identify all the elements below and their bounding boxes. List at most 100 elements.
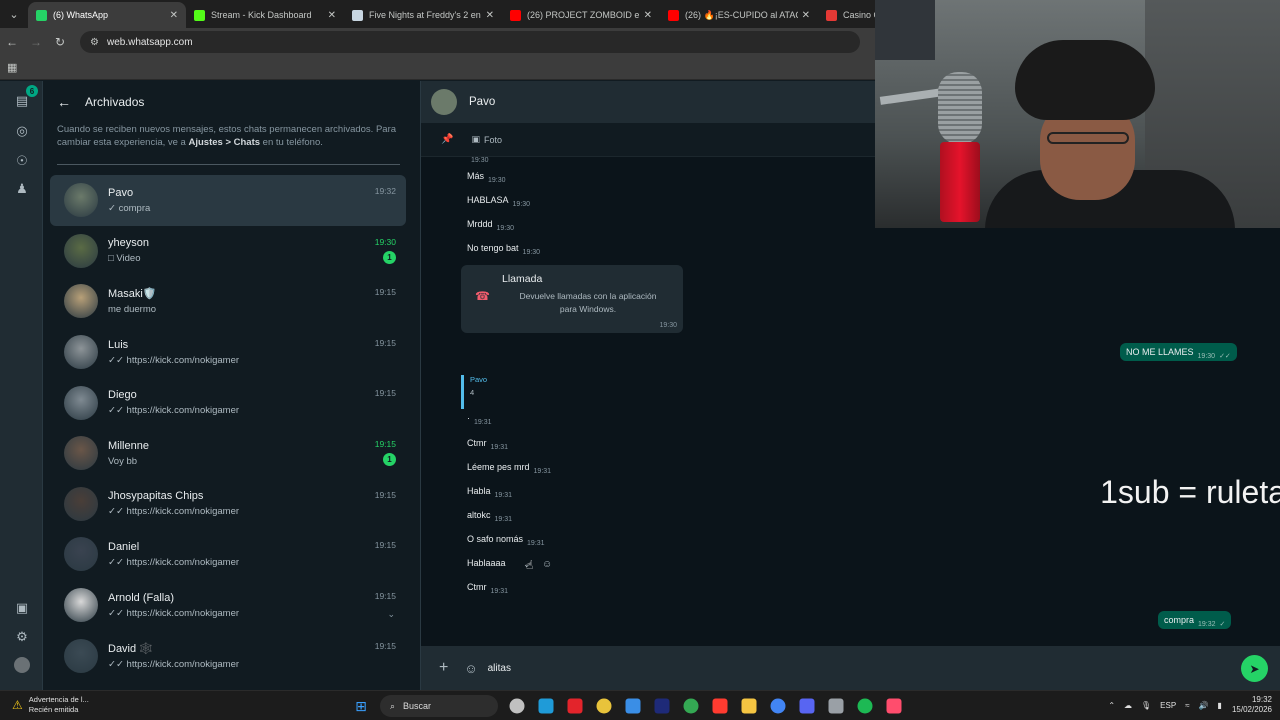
chat-info: Luis ✓✓ https://kick.com/nokigamer — [108, 339, 406, 366]
message-in[interactable]: · 19:31 — [461, 411, 498, 426]
quoted-message[interactable]: Pavo 4 — [461, 375, 501, 409]
chat-last-message: ✓✓ https://kick.com/nokigamer — [108, 607, 240, 619]
media-icon[interactable]: ▣ — [12, 598, 32, 618]
url-text: web.whatsapp.com — [106, 36, 193, 48]
taskbar-app-icon[interactable] — [712, 698, 728, 714]
taskbar-app-icon[interactable] — [654, 698, 670, 714]
tab-close-icon[interactable]: ✕ — [802, 10, 810, 21]
forward-icon[interactable]: → — [24, 35, 48, 49]
chat-list-item[interactable]: Pavo ✓ compra 19:32 — [50, 175, 406, 226]
chat-menu-chevron-icon[interactable]: ⌄ — [387, 609, 395, 620]
message-in[interactable]: Ctmr 19:31 — [461, 436, 514, 451]
browser-tab[interactable]: (26) 🔥¡ES-CUPIDO al ATAQU ✕ — [660, 2, 818, 28]
settings-path: Ajustes > Chats — [188, 137, 261, 148]
wifi-icon[interactable]: ≈ — [1185, 701, 1189, 710]
message-in[interactable]: Más 19:30 — [461, 169, 512, 184]
message-in[interactable]: Habla 19:31 — [461, 484, 518, 499]
message-in[interactable]: 19:30 — [461, 149, 495, 164]
taskbar-apps: ⊞ ⌕ Buscar — [351, 695, 913, 717]
clock-date: 15/02/2026 — [1231, 705, 1272, 714]
chat-name: Daniel — [108, 540, 140, 553]
reload-icon[interactable]: ↻ — [48, 35, 72, 49]
notification-subtitle: Recién emitida — [28, 705, 79, 714]
archived-header: ← Archivados — [43, 81, 420, 123]
chat-time: 19:15 — [374, 287, 396, 298]
site-info-icon[interactable]: ⚙ — [90, 37, 99, 48]
chat-list-item[interactable]: yheyson □ Video 19:30 1 — [50, 226, 406, 277]
chat-list-item[interactable]: Diego ✓✓ https://kick.com/nokigamer 19:15 — [50, 377, 406, 428]
browser-tab[interactable]: Stream - Kick Dashboard ✕ — [186, 2, 344, 28]
start-windows-icon[interactable]: ⊞ — [351, 696, 371, 716]
message-in[interactable]: No tengo bat 19:30 — [461, 241, 546, 256]
message-in[interactable]: Ctmr 19:31 — [461, 580, 514, 595]
send-button[interactable]: ➤ — [1241, 655, 1268, 682]
battery-icon[interactable]: ▮ — [1218, 701, 1222, 710]
taskbar-app-icon[interactable] — [799, 698, 815, 714]
communities-icon[interactable]: ♟ — [12, 179, 32, 199]
browser-tab[interactable]: (26) PROJECT ZOMBOID en 20 ✕ — [502, 2, 660, 28]
message-time: 19:30 — [471, 157, 489, 164]
taskbar-app-icon[interactable] — [828, 698, 844, 714]
windows-taskbar: ⚠ Advertencia de l... Recién emitida ⊞ ⌕ B… — [0, 690, 1280, 720]
taskbar-app-icon[interactable] — [886, 698, 902, 714]
chat-time: 19:15 — [374, 641, 396, 652]
taskbar-app-icon[interactable] — [567, 698, 583, 714]
browser-tab[interactable]: Five Nights at Freddy's 2 en Ste ✕ — [344, 2, 502, 28]
taskbar-notification[interactable]: ⚠ Advertencia de l... Recién emitida — [12, 695, 89, 715]
language-indicator[interactable]: ESP — [1160, 701, 1176, 710]
tab-close-icon[interactable]: ✕ — [486, 10, 494, 21]
taskbar-search[interactable]: ⌕ Buscar — [380, 695, 498, 717]
tab-title: Five Nights at Freddy's 2 en Ste — [369, 10, 482, 20]
message-out[interactable]: compra 19:32 ✓ — [1158, 611, 1232, 629]
taskbar-app-icon[interactable] — [770, 698, 786, 714]
message-in[interactable]: altokc 19:31 — [461, 508, 518, 523]
chat-info: Millenne Voy bb — [108, 440, 406, 467]
back-arrow-icon[interactable]: ← — [57, 94, 71, 110]
taskbar-app-icon[interactable] — [683, 698, 699, 714]
missed-call-card[interactable]: ☎ Llamada Devuelve llamadas con la aplic… — [461, 265, 683, 333]
back-icon[interactable]: ← — [0, 35, 24, 49]
network-icon[interactable]: ☁ — [1124, 701, 1132, 710]
chat-list-item[interactable]: Arnold (Falla) ✓✓ https://kick.com/nokiga… — [50, 580, 406, 631]
chat-list-item[interactable]: Masaki🛡️ me duermo 19:15 — [50, 276, 406, 327]
tab-close-icon[interactable]: ✕ — [170, 10, 178, 21]
message-in[interactable]: HABLASA 19:30 — [461, 193, 536, 208]
call-title: Llamada — [502, 273, 543, 285]
url-input[interactable]: ⚙ web.whatsapp.com — [80, 31, 860, 53]
tab-search-icon[interactable]: ⌄ — [0, 0, 28, 28]
taskbar-app-icon[interactable] — [538, 698, 554, 714]
volume-icon[interactable]: 🔊 — [1199, 701, 1209, 710]
taskbar-app-icon[interactable] — [857, 698, 873, 714]
taskbar-app-icon[interactable] — [625, 698, 641, 714]
taskbar-app-icon[interactable] — [596, 698, 612, 714]
chat-list-item[interactable]: Jhosypapitas Chips ✓✓ https://kick.com/no… — [50, 479, 406, 530]
sticker-icon[interactable]: ☺ — [464, 661, 477, 676]
tab-close-icon[interactable]: ✕ — [328, 10, 336, 21]
chat-list-item[interactable]: Daniel ✓✓ https://kick.com/nokigamer 19:15 — [50, 529, 406, 580]
tab-close-icon[interactable]: ✕ — [644, 10, 652, 21]
react-emoji-icon[interactable]: ☺ — [542, 559, 552, 570]
message-in[interactable]: Hablaaaa — [461, 556, 516, 570]
settings-icon[interactable]: ⚙ — [12, 627, 32, 647]
message-out[interactable]: NO ME LLAMES 19:30 ✓✓ — [1120, 343, 1237, 361]
taskbar-app-icon[interactable] — [509, 698, 525, 714]
tray-chevron-icon[interactable]: ⌃ — [1108, 701, 1115, 710]
message-in[interactable]: Mrddd 19:30 — [461, 217, 520, 232]
chat-list-item[interactable]: Millenne Voy bb 19:15 1 — [50, 428, 406, 479]
channels-icon[interactable]: ☉ — [12, 151, 32, 171]
message-in[interactable]: O safo nomás 19:31 — [461, 532, 551, 547]
profile-avatar[interactable] — [14, 657, 30, 673]
mic-icon[interactable]: 🎙 — [1141, 701, 1151, 710]
apps-grid-icon[interactable]: ▦ — [7, 61, 17, 74]
browser-tab[interactable]: (6) WhatsApp ✕ — [28, 2, 186, 28]
message-in[interactable]: Léeme pes mrd 19:31 — [461, 460, 557, 475]
contact-avatar[interactable] — [431, 89, 457, 115]
message-input[interactable]: alitas — [488, 663, 511, 674]
chat-list-item[interactable]: Luis ✓✓ https://kick.com/nokigamer 19:15 — [50, 327, 406, 378]
chat-list-item[interactable]: David 🕸️ ✓✓ https://kick.com/nokigamer 19:… — [50, 630, 406, 681]
taskbar-app-icon[interactable] — [741, 698, 757, 714]
status-icon[interactable]: ◎ — [12, 121, 32, 141]
attach-plus-icon[interactable]: + — [439, 659, 448, 677]
clock[interactable]: 19:32 15/02/2026 — [1232, 695, 1272, 715]
message-time: 19:30 — [512, 201, 531, 208]
